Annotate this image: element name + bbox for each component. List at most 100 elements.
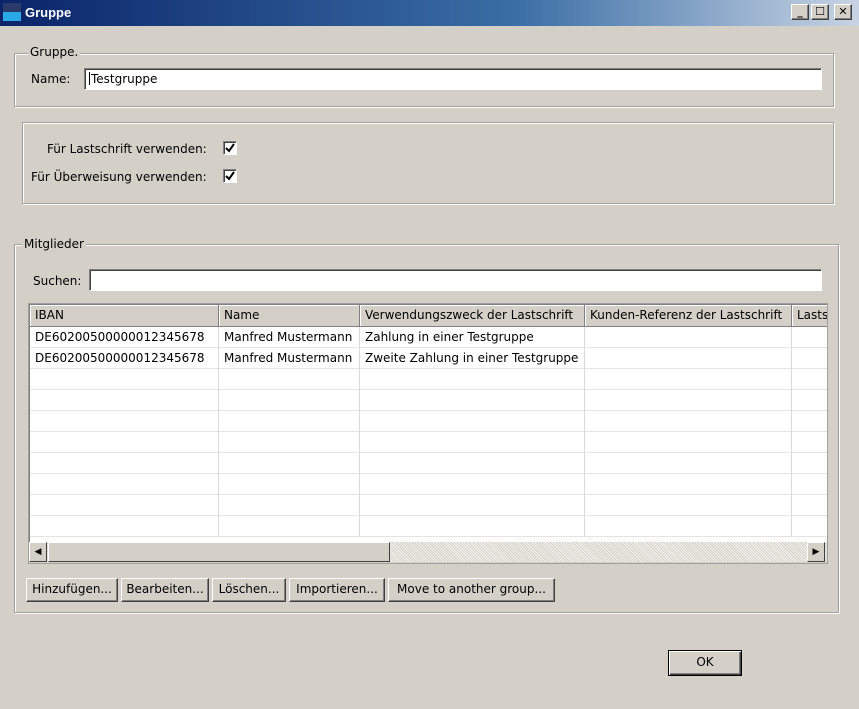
check-icon [225, 143, 235, 153]
cell-customer-reference[interactable] [585, 453, 792, 474]
cell-purpose[interactable] [360, 411, 585, 432]
cell-purpose[interactable] [360, 516, 585, 537]
members-table[interactable]: IBAN Name Verwendungszweck der Lastschri… [29, 304, 827, 542]
cell-customer-reference[interactable] [585, 432, 792, 453]
cell-purpose[interactable] [360, 390, 585, 411]
cell-name[interactable] [219, 390, 360, 411]
search-input[interactable] [89, 269, 822, 291]
table-row[interactable] [30, 474, 827, 495]
cell-iban[interactable] [30, 474, 219, 495]
cell-lastschrift[interactable] [792, 390, 827, 411]
app-icon [3, 3, 21, 21]
arrow-left-icon: ◀ [34, 547, 42, 557]
column-header-lastschrift[interactable]: Lastschrift [792, 305, 827, 327]
cell-customer-reference[interactable] [585, 369, 792, 390]
usage-box [22, 122, 834, 204]
cell-customer-reference[interactable] [585, 327, 792, 348]
close-button[interactable]: ✕ [834, 4, 852, 20]
table-row[interactable] [30, 432, 827, 453]
table-row[interactable]: DE60200500000012345678 Manfred Mustermann… [30, 327, 827, 348]
table-row[interactable] [30, 453, 827, 474]
column-header-name[interactable]: Name [219, 305, 360, 327]
cell-name[interactable]: Manfred Mustermann [219, 327, 360, 348]
minimize-button[interactable]: _ [791, 4, 809, 20]
table-row[interactable] [30, 516, 827, 537]
maximize-button[interactable]: ☐ [811, 4, 829, 20]
cell-name[interactable] [219, 432, 360, 453]
table-row[interactable] [30, 495, 827, 516]
direct-debit-checkbox[interactable] [223, 141, 237, 155]
column-header-purpose[interactable]: Verwendungszweck der Lastschrift [360, 305, 585, 327]
add-button[interactable]: Hinzufügen... [26, 578, 118, 602]
cell-name[interactable] [219, 411, 360, 432]
cell-purpose[interactable]: Zahlung in einer Testgruppe [360, 327, 585, 348]
table-row[interactable] [30, 390, 827, 411]
cell-iban[interactable] [30, 432, 219, 453]
cell-purpose[interactable]: Zweite Zahlung in einer Testgruppe [360, 348, 585, 369]
transfer-label: Für Überweisung verwenden: [31, 170, 207, 184]
cell-customer-reference[interactable] [585, 516, 792, 537]
window-title: Gruppe [25, 5, 72, 20]
horizontal-scrollbar[interactable]: ◀ ▶ [29, 542, 827, 562]
cell-iban[interactable] [30, 390, 219, 411]
cell-purpose[interactable] [360, 432, 585, 453]
cell-lastschrift[interactable] [792, 495, 827, 516]
cell-iban[interactable] [30, 453, 219, 474]
cell-iban[interactable] [30, 516, 219, 537]
cell-customer-reference[interactable] [585, 348, 792, 369]
cell-iban[interactable] [30, 369, 219, 390]
column-header-iban[interactable]: IBAN [30, 305, 219, 327]
group-name-legend: Gruppe. [28, 45, 81, 59]
cell-name[interactable] [219, 495, 360, 516]
cell-iban[interactable] [30, 411, 219, 432]
scroll-right-button[interactable]: ▶ [807, 542, 825, 562]
cell-name[interactable]: Manfred Mustermann [219, 348, 360, 369]
cell-customer-reference[interactable] [585, 474, 792, 495]
cell-purpose[interactable] [360, 369, 585, 390]
cell-name[interactable] [219, 516, 360, 537]
direct-debit-label: Für Lastschrift verwenden: [47, 142, 207, 156]
transfer-checkbox[interactable] [223, 169, 237, 183]
name-label: Name: [31, 72, 71, 86]
cell-lastschrift[interactable] [792, 516, 827, 537]
scroll-left-button[interactable]: ◀ [29, 542, 47, 562]
cell-name[interactable] [219, 453, 360, 474]
cell-name[interactable] [219, 369, 360, 390]
cell-customer-reference[interactable] [585, 390, 792, 411]
cell-iban[interactable]: DE60200500000012345678 [30, 327, 219, 348]
cell-purpose[interactable] [360, 495, 585, 516]
name-input-value: Testgruppe [91, 72, 158, 86]
cell-iban[interactable]: DE60200500000012345678 [30, 348, 219, 369]
cell-customer-reference[interactable] [585, 411, 792, 432]
column-header-customer-reference[interactable]: Kunden-Referenz der Lastschrift [585, 305, 792, 327]
text-caret [89, 72, 90, 85]
name-input[interactable]: Testgruppe [84, 68, 822, 90]
cell-lastschrift[interactable] [792, 474, 827, 495]
members-legend: Mitglieder [22, 237, 86, 251]
cell-name[interactable] [219, 474, 360, 495]
arrow-right-icon: ▶ [812, 547, 820, 557]
check-icon [225, 171, 235, 181]
table-row[interactable] [30, 411, 827, 432]
edit-button[interactable]: Bearbeiten... [121, 578, 209, 602]
cell-lastschrift[interactable] [792, 327, 827, 348]
ok-button[interactable]: OK [668, 650, 742, 676]
group-dialog-window: Gruppe _ ☐ ✕ Gruppe. Name: Testgruppe Fü… [0, 0, 859, 709]
cell-purpose[interactable] [360, 453, 585, 474]
delete-button[interactable]: Löschen... [212, 578, 286, 602]
cell-iban[interactable] [30, 495, 219, 516]
import-button[interactable]: Importieren... [289, 578, 385, 602]
cell-lastschrift[interactable] [792, 453, 827, 474]
search-label: Suchen: [33, 274, 82, 288]
cell-lastschrift[interactable] [792, 411, 827, 432]
cell-lastschrift[interactable] [792, 432, 827, 453]
scrollbar-thumb[interactable] [48, 542, 390, 562]
table-row[interactable] [30, 369, 827, 390]
table-row[interactable]: DE60200500000012345678 Manfred Mustermann… [30, 348, 827, 369]
move-to-group-button[interactable]: Move to another group... [388, 578, 555, 602]
cell-lastschrift[interactable] [792, 348, 827, 369]
cell-purpose[interactable] [360, 474, 585, 495]
cell-customer-reference[interactable] [585, 495, 792, 516]
title-bar[interactable]: Gruppe _ ☐ ✕ [0, 0, 859, 26]
cell-lastschrift[interactable] [792, 369, 827, 390]
